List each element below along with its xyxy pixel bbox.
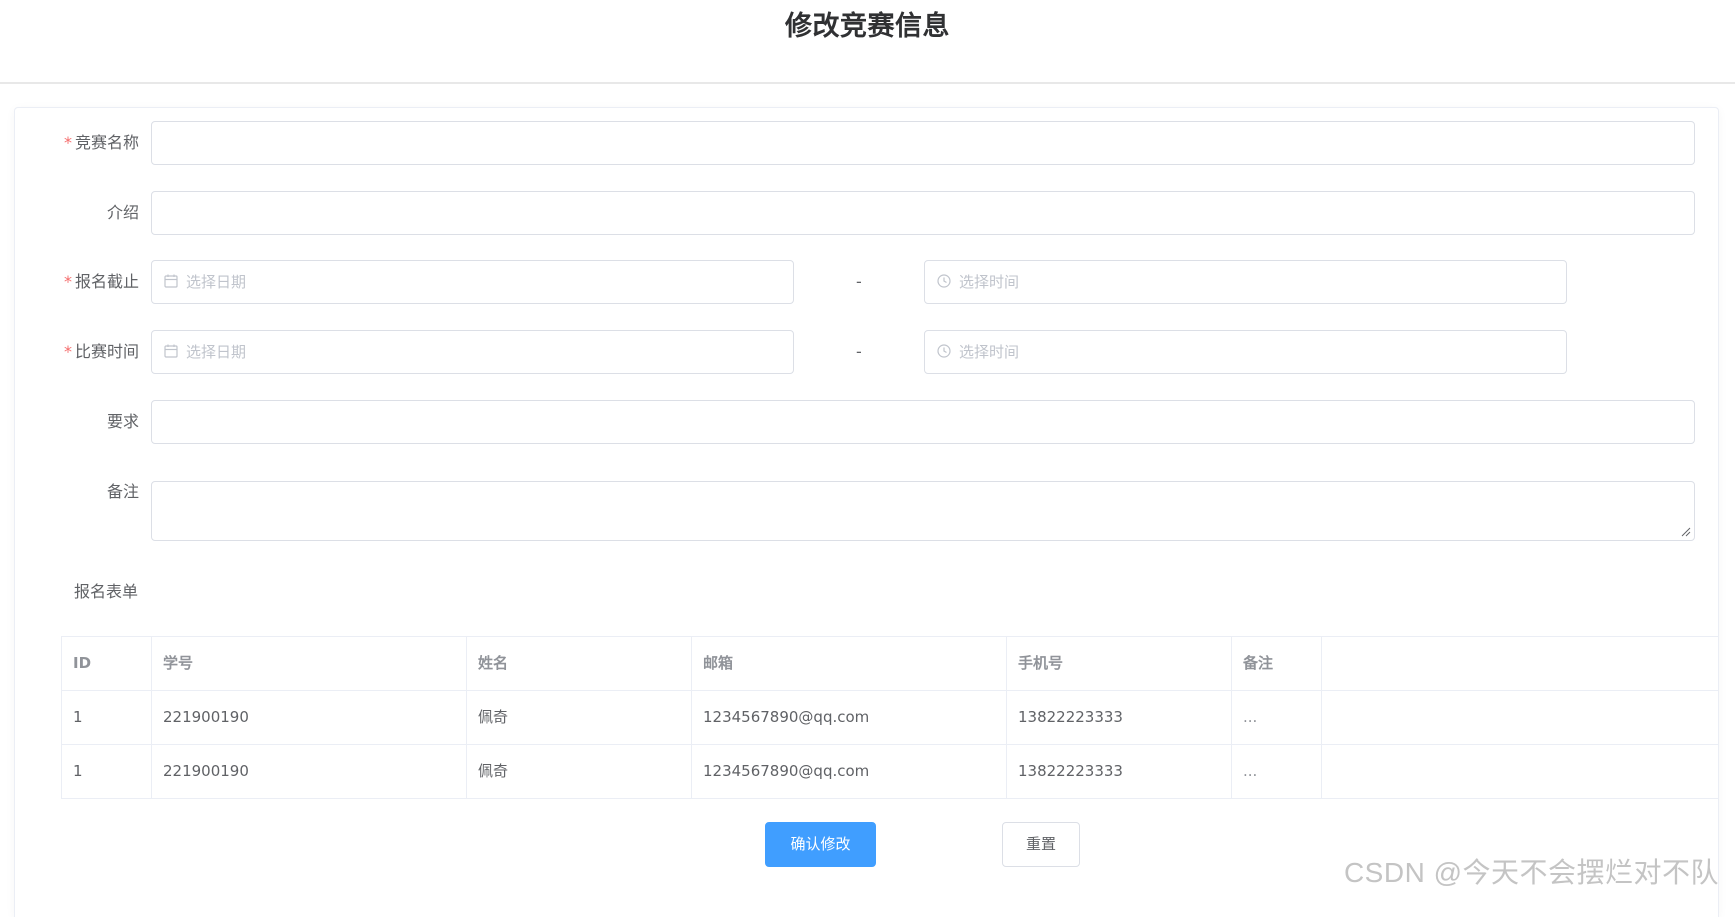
match-time-placeholder: 选择时间 <box>959 343 1019 361</box>
table-cell-name: 佩奇 <box>467 691 692 744</box>
deadline-date-picker[interactable]: 选择日期 <box>151 260 794 304</box>
intro-label: 介绍 <box>15 191 139 235</box>
table-header-remark: 备注 <box>1232 637 1322 690</box>
table-filler <box>1322 691 1718 744</box>
required-mark: * <box>64 342 72 361</box>
table-row[interactable]: 1 221900190 佩奇 1234567890@qq.com 1382222… <box>62 745 1718 799</box>
required-mark: * <box>64 272 72 291</box>
signup-form-label: 报名表单 <box>74 578 138 602</box>
page-title: 修改竞赛信息 <box>0 4 1735 43</box>
table-cell-student-id: 221900190 <box>152 691 467 744</box>
deadline-time-picker[interactable]: 选择时间 <box>924 260 1567 304</box>
confirm-modify-button[interactable]: 确认修改 <box>765 822 876 867</box>
form-card: *竞赛名称 介绍 *报名截止 选择日期 - 选择时间 *比赛时间 <box>14 107 1719 917</box>
competition-name-input[interactable] <box>151 121 1695 165</box>
table-cell-remark: ... <box>1232 691 1322 744</box>
page-header: 修改竞赛信息 <box>0 0 1735 84</box>
remark-textarea[interactable] <box>151 481 1695 541</box>
match-range-separator: - <box>856 330 862 374</box>
deadline-label: *报名截止 <box>15 260 139 304</box>
table-cell-id: 1 <box>62 691 152 744</box>
table-header-row: ID 学号 姓名 邮箱 手机号 备注 <box>62 637 1718 691</box>
table-header-student-id: 学号 <box>152 637 467 690</box>
required-mark: * <box>64 133 72 152</box>
table-cell-email: 1234567890@qq.com <box>692 691 1007 744</box>
calendar-icon <box>164 274 178 288</box>
deadline-range-separator: - <box>856 260 862 304</box>
table-filler <box>1322 745 1718 798</box>
table-filler <box>1322 637 1718 690</box>
table-header-phone: 手机号 <box>1007 637 1232 690</box>
resize-handle-icon[interactable] <box>1681 527 1691 537</box>
table-header-name: 姓名 <box>467 637 692 690</box>
clock-icon <box>937 274 951 288</box>
match-time-picker[interactable]: 选择时间 <box>924 330 1567 374</box>
table-cell-phone: 13822223333 <box>1007 745 1232 798</box>
requirement-label: 要求 <box>15 400 139 444</box>
calendar-icon <box>164 344 178 358</box>
table-cell-student-id: 221900190 <box>152 745 467 798</box>
requirement-input[interactable] <box>151 400 1695 444</box>
clock-icon <box>937 344 951 358</box>
remark-label: 备注 <box>15 470 139 514</box>
table-cell-name: 佩奇 <box>467 745 692 798</box>
table-header-id: ID <box>62 637 152 690</box>
signup-table: ID 学号 姓名 邮箱 手机号 备注 1 221900190 佩奇 123456… <box>61 636 1719 799</box>
watermark: CSDN @今天不会摆烂对不队 <box>1344 851 1719 891</box>
reset-button[interactable]: 重置 <box>1002 822 1080 867</box>
table-cell-phone: 13822223333 <box>1007 691 1232 744</box>
deadline-time-placeholder: 选择时间 <box>959 273 1019 291</box>
match-time-label: *比赛时间 <box>15 330 139 374</box>
table-cell-id: 1 <box>62 745 152 798</box>
table-header-email: 邮箱 <box>692 637 1007 690</box>
match-date-placeholder: 选择日期 <box>186 343 246 361</box>
table-cell-remark: ... <box>1232 745 1322 798</box>
deadline-date-placeholder: 选择日期 <box>186 273 246 291</box>
intro-input[interactable] <box>151 191 1695 235</box>
table-cell-email: 1234567890@qq.com <box>692 745 1007 798</box>
competition-name-label: *竞赛名称 <box>15 121 139 165</box>
table-row[interactable]: 1 221900190 佩奇 1234567890@qq.com 1382222… <box>62 691 1718 745</box>
match-date-picker[interactable]: 选择日期 <box>151 330 794 374</box>
